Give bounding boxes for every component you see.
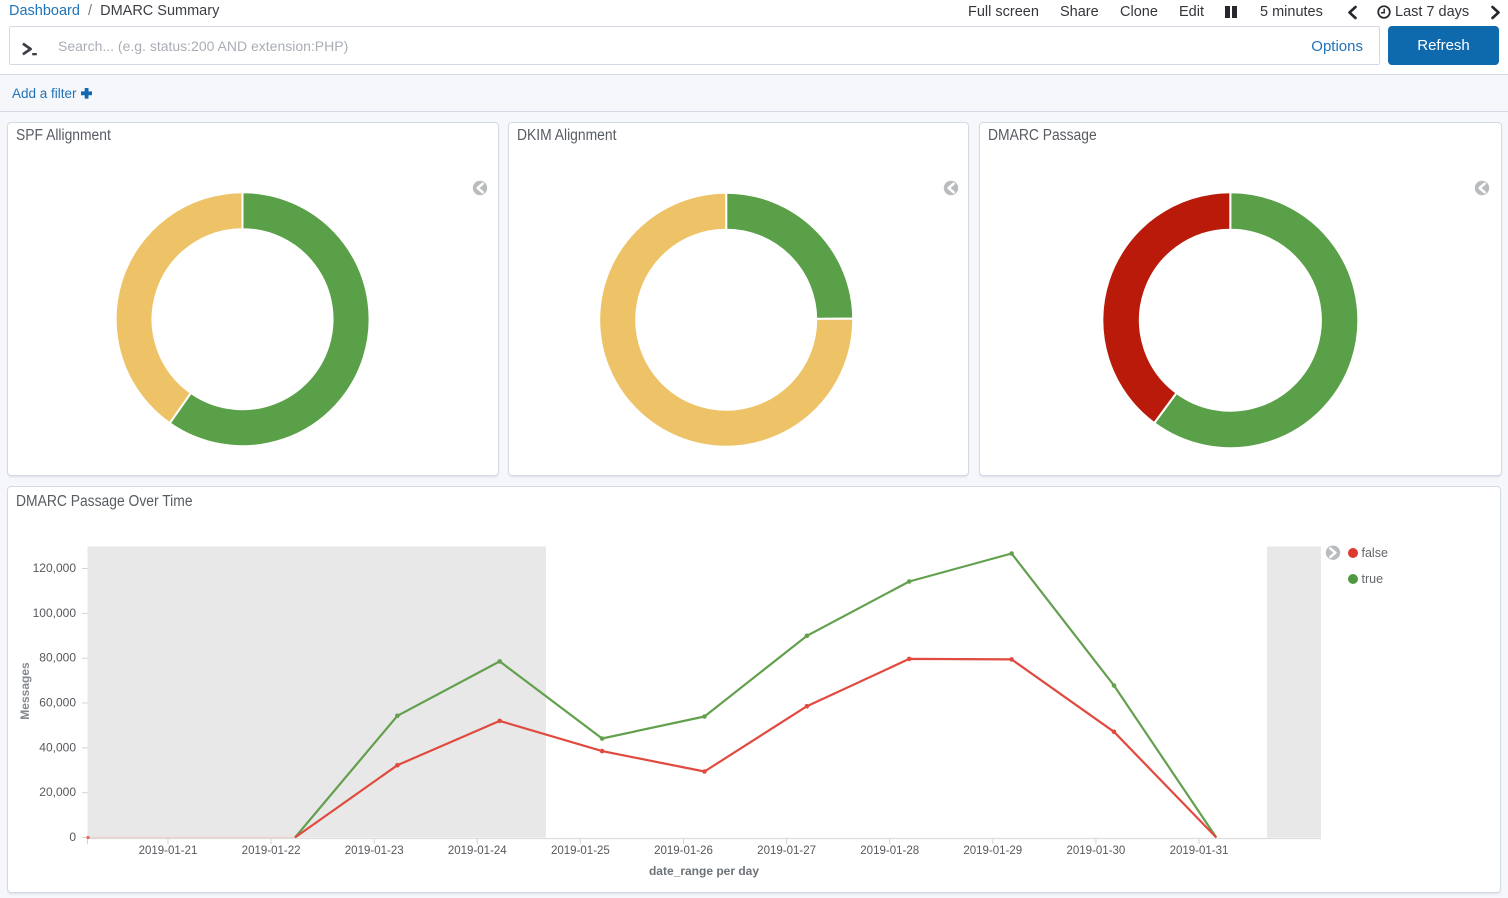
svg-text:0: 0 xyxy=(69,830,76,844)
svg-text:2019-01-22: 2019-01-22 xyxy=(242,845,301,857)
svg-text:Messages: Messages xyxy=(18,661,32,719)
svg-text:60,000: 60,000 xyxy=(39,695,76,709)
svg-text:20,000: 20,000 xyxy=(39,785,76,799)
svg-text:2019-01-21: 2019-01-21 xyxy=(139,845,198,857)
svg-text:80,000: 80,000 xyxy=(39,650,76,664)
svg-text:false: false xyxy=(1362,546,1388,560)
svg-text:2019-01-25: 2019-01-25 xyxy=(551,845,610,857)
svg-text:2019-01-29: 2019-01-29 xyxy=(963,845,1022,857)
svg-text:2019-01-23: 2019-01-23 xyxy=(345,845,404,857)
svg-text:2019-01-31: 2019-01-31 xyxy=(1170,845,1229,857)
svg-text:40,000: 40,000 xyxy=(39,740,76,754)
svg-text:2019-01-28: 2019-01-28 xyxy=(860,845,919,857)
svg-text:100,000: 100,000 xyxy=(33,605,77,619)
svg-text:2019-01-27: 2019-01-27 xyxy=(757,845,816,857)
svg-text:120,000: 120,000 xyxy=(33,561,77,575)
svg-text:2019-01-30: 2019-01-30 xyxy=(1066,845,1125,857)
svg-text:2019-01-24: 2019-01-24 xyxy=(448,845,507,857)
svg-text:date_range per day: date_range per day xyxy=(649,864,759,878)
svg-text:true: true xyxy=(1362,572,1384,586)
svg-text:2019-01-26: 2019-01-26 xyxy=(654,845,713,857)
